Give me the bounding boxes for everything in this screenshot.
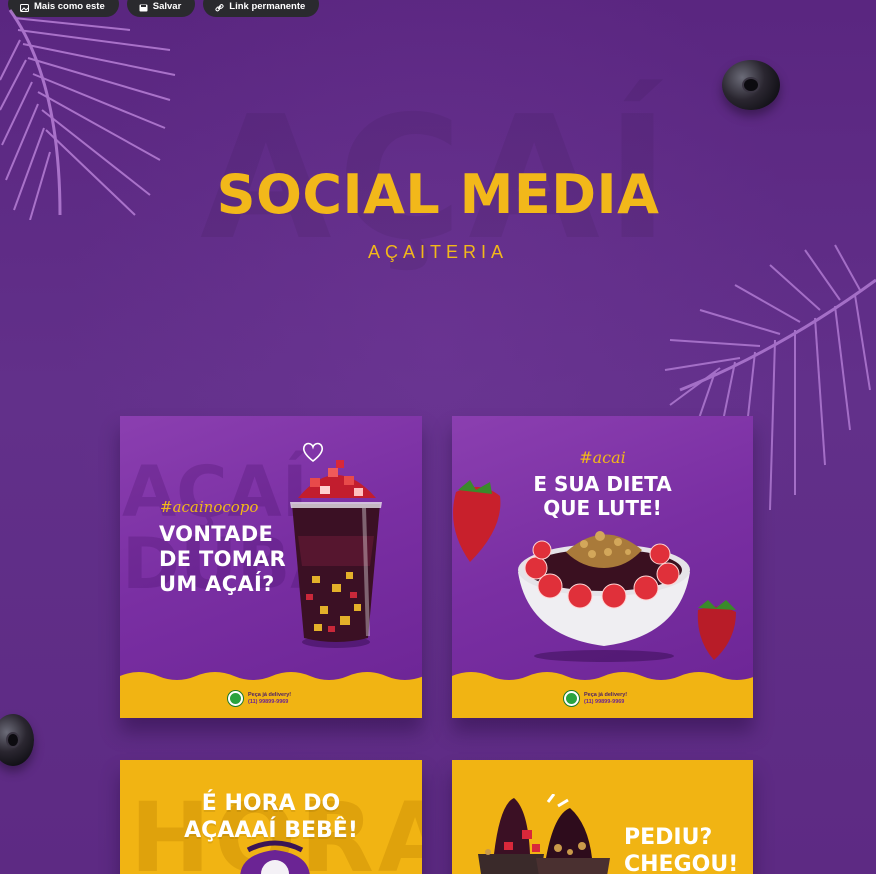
page-title: SOCIAL MEDIA <box>216 163 660 226</box>
card-hashtag: #acai <box>579 448 626 467</box>
acai-berry <box>722 60 780 110</box>
whatsapp-icon[interactable] <box>564 691 579 706</box>
delivery-phone: (11) 99899-9969 <box>248 698 289 705</box>
link-icon <box>215 4 224 12</box>
post-card-acai-time[interactable]: HORA É HORA DO AÇAAAÍ BEBÊ! <box>120 760 422 874</box>
acai-cups-image <box>478 794 610 874</box>
acai-cup-image <box>290 460 382 648</box>
delivery-label: Peça já delivery! <box>584 691 628 698</box>
permalink-button[interactable]: Link permanente <box>203 0 320 17</box>
alarm-clock-image <box>240 840 310 874</box>
strawberry-image <box>697 600 736 660</box>
page-subtitle: AÇAITERIA <box>367 242 509 262</box>
strawberry-image <box>453 480 501 562</box>
post-card-acai-cup[interactable]: AÇAÍ DUBA #acainocopo VONTADE DE TOMAR UM… <box>120 416 422 718</box>
permalink-label: Link permanente <box>229 1 306 12</box>
delivery-label: Peça já delivery! <box>248 691 292 698</box>
card-headline: É HORA DO AÇAAAÍ BEBÊ! <box>184 791 358 843</box>
delivery-info: Peça já delivery! (11) 99899-9969 <box>564 691 627 706</box>
whatsapp-icon[interactable] <box>228 691 243 706</box>
acai-bowl-image <box>518 531 690 662</box>
card-hashtag: #acainocopo <box>160 498 259 516</box>
post-card-delivery[interactable]: PEDIU? CHEGOU! <box>452 760 753 874</box>
post-card-acai-bowl[interactable]: #acai E SUA DIETA QUE LUTE! Peça já deli… <box>452 416 753 718</box>
delivery-info: Peça já delivery! (11) 99899-9969 <box>228 691 291 706</box>
delivery-phone: (11) 99899-9969 <box>584 698 625 705</box>
card-headline: PEDIU? CHEGOU! <box>624 825 739 874</box>
card-headline: VONTADE DE TOMAR UM AÇAÍ? <box>159 522 286 596</box>
